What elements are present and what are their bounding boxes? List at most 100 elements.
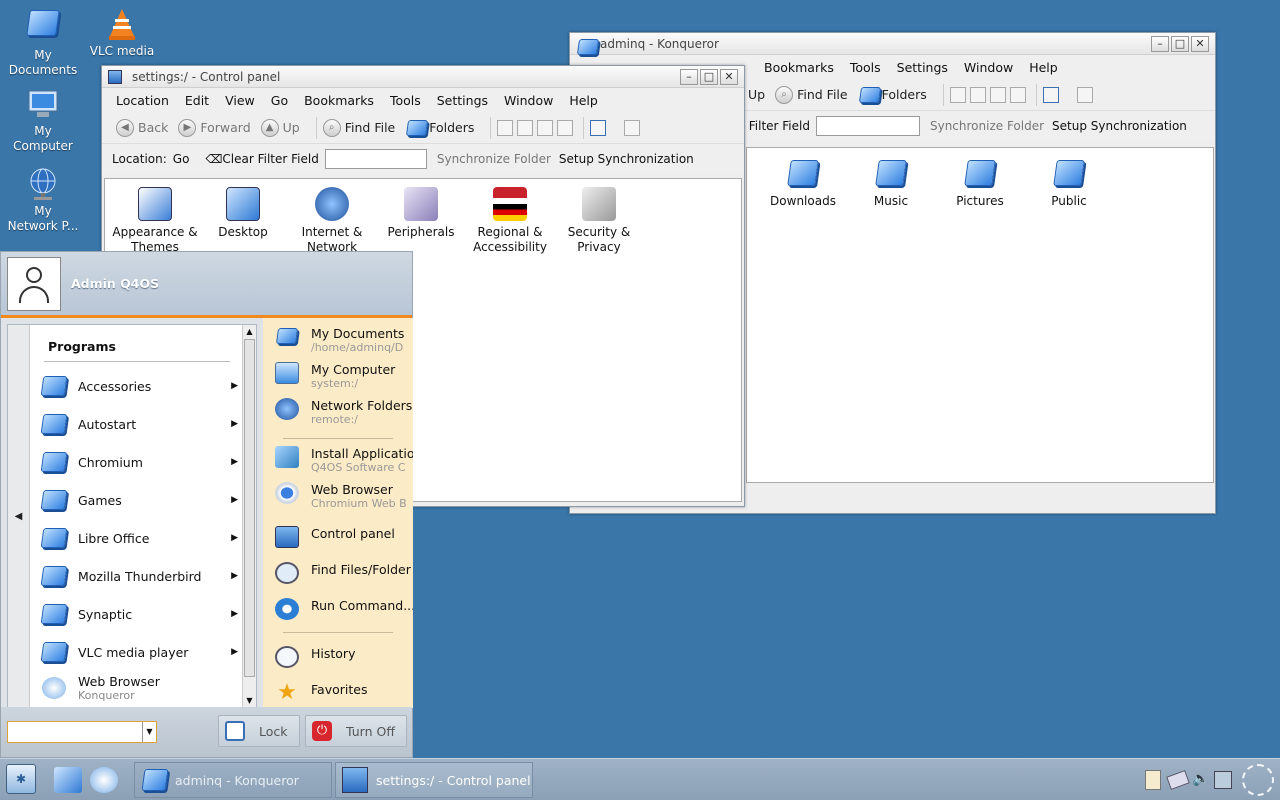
close-button[interactable]: ✕ (1191, 35, 1209, 52)
menu-bookmarks[interactable]: Bookmarks (756, 60, 842, 75)
desktop-icon-my-documents[interactable]: My Documents (3, 6, 83, 78)
paste-icon[interactable] (517, 119, 534, 136)
go-button[interactable]: Go (173, 152, 190, 166)
menu-help[interactable]: Help (561, 93, 606, 108)
tray-display-icon[interactable] (1214, 771, 1232, 789)
cp-appearance-themes[interactable]: Appearance & Themes (109, 187, 201, 255)
program-games[interactable]: Games ▶ (38, 481, 238, 519)
filter-input[interactable] (324, 149, 427, 169)
synchronize-folder-button[interactable]: Synchronize Folder (437, 152, 551, 166)
find-files-folders[interactable]: Find Files/Folder (275, 562, 413, 584)
desktop-icon-my-computer[interactable]: My Computer (3, 86, 83, 154)
setup-synchronization-button[interactable]: Setup Synchronization (559, 152, 694, 166)
menu-tools[interactable]: Tools (842, 60, 889, 75)
scrollbar-thumb[interactable] (244, 339, 255, 677)
menu-help[interactable]: Help (1021, 60, 1066, 75)
back-arrow-icon[interactable]: ◀ (8, 325, 30, 707)
folders-button[interactable]: Folders (405, 118, 474, 138)
programs-scrollbar[interactable]: ▲ ▼ (242, 325, 256, 707)
place-network-folders[interactable]: Network Folders remote:/ (275, 398, 413, 426)
folder-downloads[interactable]: Downloads (757, 156, 849, 209)
favorites[interactable]: ★ Favorites (275, 682, 413, 704)
undo-icon[interactable] (557, 119, 574, 136)
window-titlebar[interactable]: adminq - Konqueror – □ ✕ (570, 33, 1215, 55)
program-web-browser[interactable]: Web Browser Konqueror (38, 669, 238, 707)
file-view[interactable]: Downloads Music Pictures Public (746, 147, 1214, 483)
scroll-down-icon[interactable]: ▼ (243, 694, 256, 707)
minimize-button[interactable]: – (1151, 35, 1169, 52)
filter-icon[interactable] (624, 119, 641, 136)
minimize-button[interactable]: – (680, 68, 698, 85)
task-konqueror[interactable]: adminq - Konqueror (134, 762, 332, 798)
view-mode-icon[interactable] (590, 119, 607, 136)
clear-filter-button[interactable]: Clear Filter Field (222, 152, 318, 166)
back-button[interactable]: ◀ Back (116, 118, 168, 137)
control-panel-link[interactable]: Control panel (275, 526, 413, 548)
chevron-down-icon[interactable]: ▼ (142, 722, 156, 742)
menu-location[interactable]: Location (108, 93, 177, 108)
program-chromium[interactable]: Chromium ▶ (38, 443, 238, 481)
up-button[interactable]: Up (748, 87, 765, 102)
menu-settings[interactable]: Settings (889, 60, 956, 75)
paste-icon[interactable] (969, 86, 986, 103)
menu-window[interactable]: Window (956, 60, 1021, 75)
tray-keyboard-icon[interactable] (1145, 770, 1161, 790)
folders-button[interactable]: Folders (858, 85, 927, 105)
cp-internet-network[interactable]: Internet & Network (286, 187, 378, 255)
program-mozilla-thunderbird[interactable]: Mozilla Thunderbird ▶ (38, 557, 238, 595)
program-autostart[interactable]: Autostart ▶ (38, 405, 238, 443)
clear-filter-label[interactable]: r Filter Field (740, 119, 810, 133)
place-my-computer[interactable]: My Computer system:/ (275, 362, 413, 390)
up-button[interactable]: ▲ Up (260, 118, 300, 137)
menu-bookmarks[interactable]: Bookmarks (296, 93, 382, 108)
setup-synchronization-button[interactable]: Setup Synchronization (1052, 119, 1187, 133)
tray-network-icon[interactable] (1166, 770, 1190, 790)
folder-public[interactable]: Public (1023, 156, 1115, 209)
turn-off-button[interactable]: ⏻ Turn Off (305, 715, 407, 747)
folder-music[interactable]: Music (845, 156, 937, 209)
find-file-button[interactable]: ⌕ Find File (775, 85, 848, 104)
program-accessories[interactable]: Accessories ▶ (38, 367, 238, 405)
tray-volume-icon[interactable]: 🔈 (1192, 771, 1210, 789)
desktop-icon-vlc[interactable]: VLC media (82, 6, 162, 59)
tray-clock-icon[interactable] (1242, 764, 1274, 796)
cp-peripherals[interactable]: Peripherals (375, 187, 467, 240)
cp-regional-accessibility[interactable]: Regional & Accessibility (464, 187, 556, 255)
run-command[interactable]: Run Command... (275, 598, 413, 620)
place-my-documents[interactable]: My Documents/home/adminq/D (275, 326, 413, 354)
scroll-up-icon[interactable]: ▲ (243, 325, 256, 338)
quicklaunch-konqueror-icon[interactable] (90, 767, 118, 793)
install-applications[interactable]: Install Applicatio Q4OS Software C (275, 446, 413, 474)
web-browser-chromium[interactable]: Web Browser Chromium Web B (275, 482, 413, 510)
program-libre-office[interactable]: Libre Office ▶ (38, 519, 238, 557)
menu-edit[interactable]: Edit (177, 93, 217, 108)
folder-pictures[interactable]: Pictures (934, 156, 1026, 209)
maximize-button[interactable]: □ (1171, 35, 1189, 52)
search-input[interactable]: ▼ (7, 721, 157, 743)
lock-button[interactable]: Lock (218, 715, 300, 747)
program-vlc[interactable]: VLC media player ▶ (38, 633, 238, 671)
start-button[interactable]: ✱ (6, 764, 36, 794)
trash-icon[interactable] (537, 119, 554, 136)
task-control-panel[interactable]: settings:/ - Control panel (335, 762, 533, 798)
menu-settings[interactable]: Settings (429, 93, 496, 108)
avatar[interactable] (7, 256, 61, 311)
trash-icon[interactable] (989, 86, 1006, 103)
forward-button[interactable]: ▶ Forward (178, 118, 251, 137)
program-synaptic[interactable]: Synaptic ▶ (38, 595, 238, 633)
copy-icon[interactable] (497, 119, 514, 136)
menu-go[interactable]: Go (263, 93, 296, 108)
window-titlebar[interactable]: settings:/ - Control panel – □ ✕ (102, 66, 744, 88)
cp-security-privacy[interactable]: Security & Privacy (553, 187, 645, 255)
history[interactable]: History (275, 646, 413, 668)
cp-desktop[interactable]: Desktop (197, 187, 289, 240)
undo-icon[interactable] (1009, 86, 1026, 103)
menu-view[interactable]: View (217, 93, 263, 108)
menu-window[interactable]: Window (496, 93, 561, 108)
filter-icon[interactable] (1076, 86, 1093, 103)
synchronize-folder-button[interactable]: Synchronize Folder (930, 119, 1044, 133)
close-button[interactable]: ✕ (720, 68, 738, 85)
copy-icon[interactable] (949, 86, 966, 103)
menu-tools[interactable]: Tools (382, 93, 429, 108)
quicklaunch-desktop-icon[interactable] (54, 767, 82, 793)
